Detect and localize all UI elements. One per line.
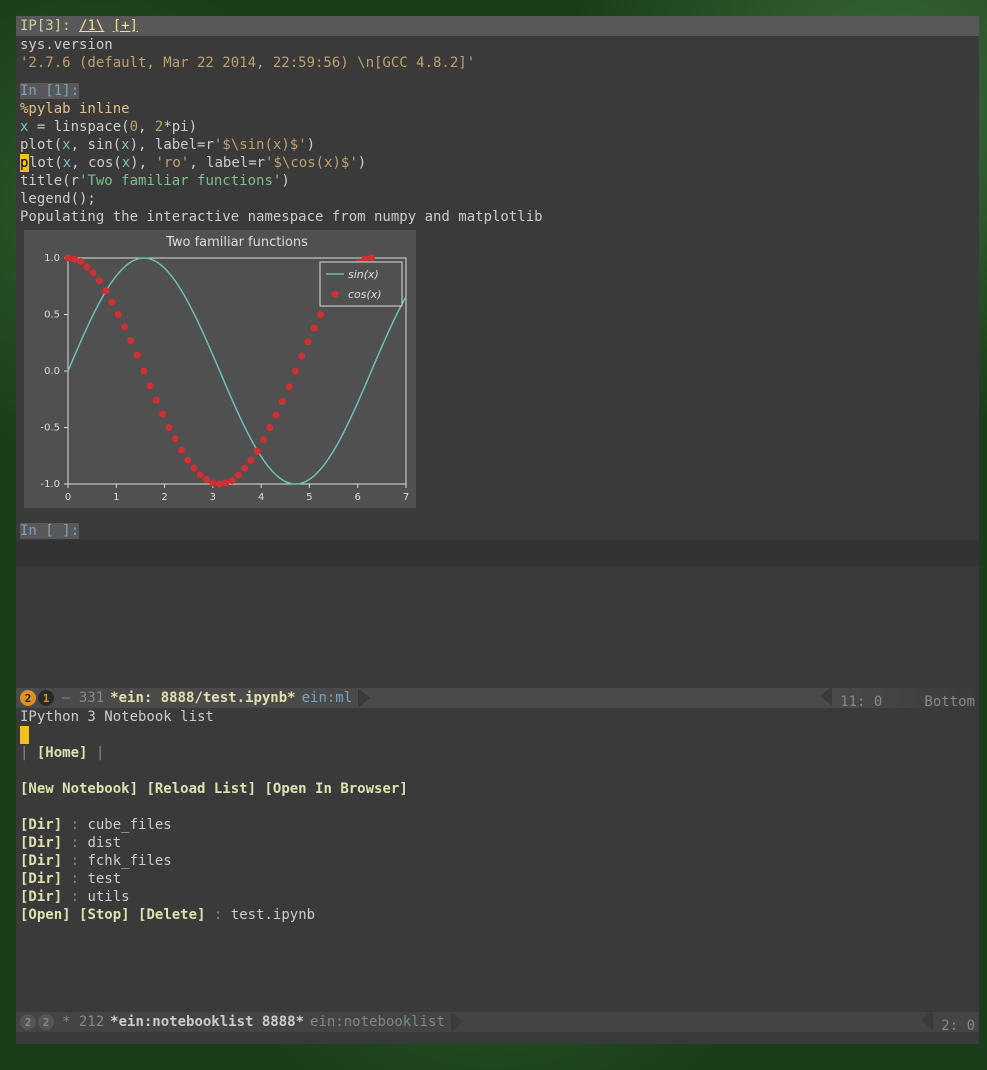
code-line: legend(); <box>20 190 975 208</box>
scroll-position: Bottom <box>924 694 975 710</box>
dir-name: test <box>87 871 121 887</box>
dir-link[interactable]: [Dir] <box>20 817 62 833</box>
svg-text:7: 7 <box>403 492 409 503</box>
svg-text:0.5: 0.5 <box>44 310 60 321</box>
svg-text:-0.5: -0.5 <box>40 423 60 434</box>
file-name: test.ipynb <box>231 907 315 923</box>
reload-list-button[interactable]: [Reload List] <box>146 781 256 797</box>
ip-prompt: IP[3]: <box>20 18 71 34</box>
code-line: sys.version <box>20 36 975 54</box>
add-cell-link[interactable]: [+] <box>113 18 138 34</box>
cursor-position: 11: 0 <box>840 694 882 710</box>
stop-button[interactable]: [Stop] <box>79 907 130 923</box>
empty-cell-body[interactable] <box>16 540 979 566</box>
code-line: plot(x, sin(x), label=r'$\sin(x)$') <box>20 136 975 154</box>
in-prompt-empty: In [ ]: <box>20 523 79 539</box>
magic: %pylab inline <box>20 101 130 117</box>
code-line: plot(x, cos(x), 'ro', label=r'$\cos(x)$'… <box>20 154 975 172</box>
ml-line-info: — 331 <box>62 690 104 706</box>
window-badge-icon: 2 <box>38 1014 54 1030</box>
dir-link[interactable]: [Dir] <box>20 889 62 905</box>
dir-name: cube_files <box>87 817 171 833</box>
window-badge-icon: 1 <box>38 690 54 706</box>
window-badge-icon: 2 <box>20 1014 36 1030</box>
svg-text:4: 4 <box>258 492 264 503</box>
code-line: x = linspace(0, 2*pi) <box>20 118 975 136</box>
list-item: [Dir] : dist <box>20 834 975 852</box>
nblist-title: IPython 3 Notebook list <box>20 708 975 726</box>
list-item: [Dir] : test <box>20 870 975 888</box>
notebooklist-pane[interactable]: IPython 3 Notebook list | [Home] | [New … <box>16 708 979 1012</box>
open-button[interactable]: [Open] <box>20 907 71 923</box>
cell-output-top: sys.version '2.7.6 (default, Mar 22 2014… <box>16 36 979 72</box>
svg-text:1.0: 1.0 <box>44 253 60 264</box>
cell-in1[interactable]: In [1]: %pylab inline x = linspace(0, 2*… <box>16 82 979 226</box>
svg-text:3: 3 <box>210 492 216 503</box>
svg-text:Two familiar functions: Two familiar functions <box>165 235 308 250</box>
list-item: [Dir] : cube_files <box>20 816 975 834</box>
dir-link[interactable]: [Dir] <box>20 871 62 887</box>
list-item: [Open] [Stop] [Delete] : test.ipynb <box>20 906 975 924</box>
modeline-top: 2 1 — 331 *ein: 8888/test.ipynb* ein:ml … <box>16 688 979 708</box>
buffer-name[interactable]: *ein: 8888/test.ipynb* <box>110 690 295 706</box>
svg-text:5: 5 <box>306 492 312 503</box>
svg-text:sin(x): sin(x) <box>348 268 379 281</box>
major-mode: ein:ml <box>302 690 353 706</box>
code-line: title(r'Two familiar functions') <box>20 172 975 190</box>
cursor: p <box>20 154 29 172</box>
dir-link[interactable]: [Dir] <box>20 853 62 869</box>
separator-icon <box>921 1010 933 1030</box>
cursor <box>20 726 29 744</box>
output-line: '2.7.6 (default, Mar 22 2014, 22:59:56) … <box>20 54 975 72</box>
new-notebook-button[interactable]: [New Notebook] <box>20 781 138 797</box>
svg-text:1: 1 <box>113 492 119 503</box>
delete-button[interactable]: [Delete] <box>138 907 205 923</box>
nblist-actions: [New Notebook] [Reload List] [Open In Br… <box>20 780 975 798</box>
window-badge-icon: 2 <box>20 690 36 706</box>
svg-text:6: 6 <box>355 492 361 503</box>
modeline-bottom: 2 2 * 212 *ein:notebooklist 8888* ein:no… <box>16 1012 979 1032</box>
plot-svg: Two familiar functions 0 1 2 3 4 5 6 7 -1.0 -0.5 0.… <box>24 230 416 508</box>
kernel-link[interactable]: /1\ <box>79 18 104 34</box>
dir-name: dist <box>87 835 121 851</box>
svg-text:0.0: 0.0 <box>44 366 60 377</box>
separator-icon <box>358 688 370 708</box>
breadcrumb: | [Home] | <box>20 744 975 762</box>
svg-text:-1.0: -1.0 <box>40 479 60 490</box>
svg-text:0: 0 <box>65 492 71 503</box>
separator-icon <box>451 1012 463 1032</box>
cell-header: IP[3]: /1\ [+] <box>16 16 979 36</box>
major-mode: ein:notebooklist <box>310 1014 445 1030</box>
dir-name: utils <box>87 889 129 905</box>
list-item: [Dir] : fchk_files <box>20 852 975 870</box>
dir-link[interactable]: [Dir] <box>20 835 62 851</box>
svg-text:cos(x): cos(x) <box>348 288 382 301</box>
home-link[interactable]: [Home] <box>37 745 88 761</box>
buffer-name[interactable]: *ein:notebooklist 8888* <box>110 1014 304 1030</box>
inline-plot: Two familiar functions 0 1 2 3 4 5 6 7 -1.0 -0.5 0.… <box>24 230 416 508</box>
separator-icon <box>820 686 832 706</box>
open-browser-button[interactable]: [Open In Browser] <box>264 781 407 797</box>
emacs-window: IP[3]: /1\ [+] sys.version '2.7.6 (defau… <box>16 16 979 1036</box>
dir-name: fchk_files <box>87 853 171 869</box>
empty-cell[interactable]: In [ ]: <box>16 522 979 540</box>
svg-text:2: 2 <box>161 492 167 503</box>
list-item: [Dir] : utils <box>20 888 975 906</box>
in-prompt: In [1]: <box>20 83 79 99</box>
minibuffer[interactable] <box>16 1032 979 1044</box>
stdout-line: Populating the interactive namespace fro… <box>20 208 975 226</box>
cursor-position: 2: 0 <box>941 1018 975 1034</box>
ml-line-info: * 212 <box>62 1014 104 1030</box>
notebook-pane[interactable]: IP[3]: /1\ [+] sys.version '2.7.6 (defau… <box>16 16 979 688</box>
